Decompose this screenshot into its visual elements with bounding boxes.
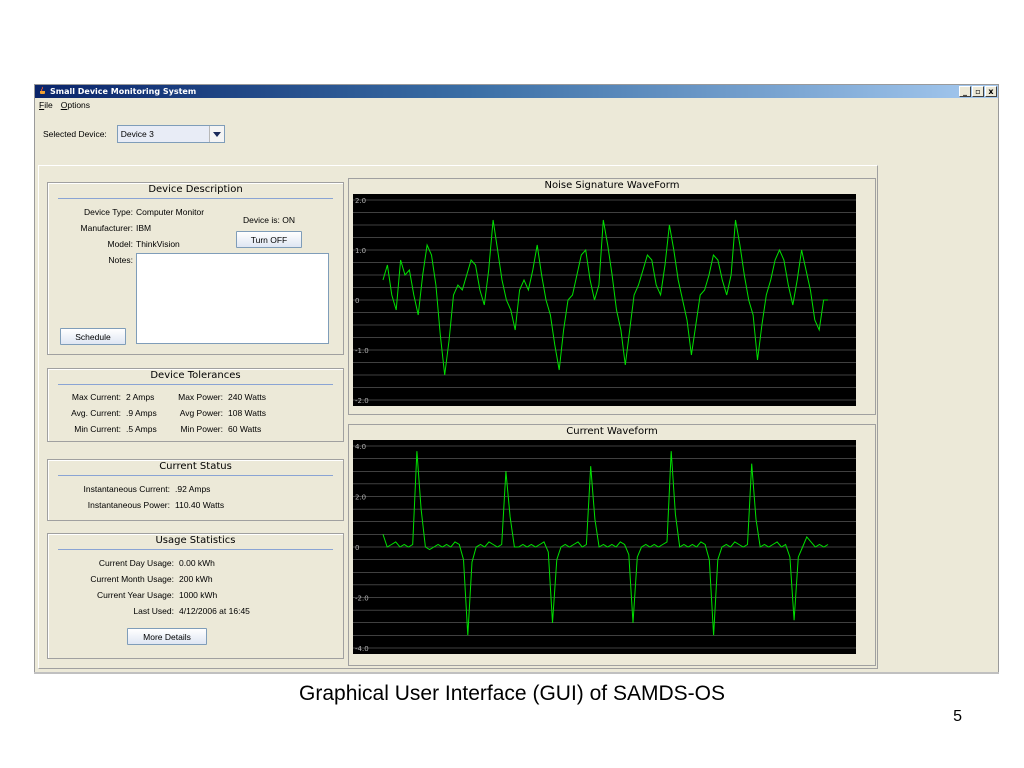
model-value: ThinkVision <box>136 239 180 249</box>
device-type-value: Computer Monitor <box>136 207 205 217</box>
current-status-title: Current Status <box>159 461 232 472</box>
instantaneous-power-value: 110.40 Watts <box>175 500 225 510</box>
y-tick-label: 4.0 <box>355 443 366 451</box>
manufacturer-label: Manufacturer: <box>80 223 133 233</box>
device-status-text: Device is: ON <box>243 215 295 225</box>
divider <box>58 198 333 199</box>
turn-off-button[interactable]: Turn OFF <box>236 231 302 248</box>
y-tick-label: 0 <box>355 544 359 552</box>
current-month-usage-label: Current Month Usage: <box>90 574 174 584</box>
menu-options[interactable]: Options <box>61 98 90 112</box>
min-current-value: .5 Amps <box>126 424 157 434</box>
current-year-usage-label: Current Year Usage: <box>96 590 174 600</box>
y-tick-label: 0 <box>355 297 359 305</box>
y-tick-label: -4.0 <box>355 645 369 653</box>
model-label: Model: <box>107 239 133 249</box>
current-month-usage-value: 200 kWh <box>179 574 213 584</box>
avg-current-label: Avg. Current: <box>71 408 121 418</box>
menu-bar: File Options <box>35 98 998 112</box>
title-bar[interactable]: Small Device Monitoring System _ ▫ x <box>35 85 998 98</box>
current-day-usage-value: 0.00 kWh <box>179 558 215 568</box>
device-tolerances-title: Device Tolerances <box>150 370 241 381</box>
max-current-label: Max Current: <box>71 392 121 402</box>
manufacturer-value: IBM <box>136 223 152 233</box>
device-description-title: Device Description <box>148 184 243 195</box>
divider <box>34 672 999 674</box>
avg-power-label: Avg Power: <box>179 408 223 418</box>
device-dropdown[interactable]: Device 3 <box>116 125 225 143</box>
device-type-label: Device Type: <box>84 207 133 217</box>
min-current-label: Min Current: <box>74 424 121 434</box>
maximize-button[interactable]: ▫ <box>972 86 984 97</box>
max-power-value: 240 Watts <box>228 392 266 402</box>
current-waveform-panel: Current Waveform 4.0 2.0 0 -2.0 -4.0 <box>348 424 876 666</box>
minimize-button[interactable]: _ <box>959 86 971 97</box>
y-tick-label: 1.0 <box>355 247 366 255</box>
noise-waveform-panel: Noise Signature WaveForm 2.0 1.0 0 -1.0 -2.0 <box>348 178 876 415</box>
max-power-label: Max Power: <box>178 392 223 402</box>
device-dropdown-value: Device 3 <box>120 129 154 139</box>
current-waveform-chart: 4.0 2.0 0 -2.0 -4.0 <box>353 440 856 654</box>
current-year-usage-value: 1000 kWh <box>179 590 218 600</box>
device-selector-row: Selected Device: Device 3 <box>43 125 225 143</box>
device-tolerances-panel: Device Tolerances Max Current: 2 Amps Ma… <box>47 368 344 442</box>
notes-label: Notes: <box>108 255 133 265</box>
window-title: Small Device Monitoring System <box>50 87 197 96</box>
slide-number: 5 <box>953 708 962 725</box>
more-details-button[interactable]: More Details <box>127 628 207 645</box>
avg-power-value: 108 Watts <box>228 408 266 418</box>
main-content: Device Description Device Type: Computer… <box>38 165 878 669</box>
divider <box>58 384 333 385</box>
close-button[interactable]: x <box>985 86 997 97</box>
instantaneous-power-label: Instantaneous Power: <box>87 500 170 510</box>
y-tick-label: 2.0 <box>355 494 366 502</box>
last-used-label: Last Used: <box>133 606 174 616</box>
current-status-panel: Current Status Instantaneous Current: .9… <box>47 459 344 521</box>
slide-caption: Graphical User Interface (GUI) of SAMDS-… <box>299 682 725 705</box>
notes-textarea[interactable] <box>136 253 329 344</box>
app-window: Small Device Monitoring System _ ▫ x Fil… <box>34 84 999 674</box>
usage-statistics-title: Usage Statistics <box>155 535 236 546</box>
selected-device-label: Selected Device: <box>43 129 107 139</box>
series-line <box>382 219 828 376</box>
min-power-label: Min Power: <box>180 424 223 434</box>
instantaneous-current-value: .92 Amps <box>175 484 211 494</box>
divider <box>58 475 333 476</box>
chevron-down-icon[interactable] <box>208 126 224 142</box>
y-tick-label: -1.0 <box>355 347 369 355</box>
series-line <box>382 451 829 636</box>
y-tick-label: 2.0 <box>355 197 366 205</box>
noise-waveform-title: Noise Signature WaveForm <box>544 180 680 191</box>
y-tick-label: -2.0 <box>355 397 369 405</box>
device-description-panel: Device Description Device Type: Computer… <box>47 182 344 355</box>
divider <box>58 549 333 550</box>
max-current-value: 2 Amps <box>126 392 155 402</box>
instantaneous-current-label: Instantaneous Current: <box>83 484 170 494</box>
noise-waveform-chart: 2.0 1.0 0 -1.0 -2.0 <box>353 194 856 406</box>
avg-current-value: .9 Amps <box>126 408 157 418</box>
last-used-value: 4/12/2006 at 16:45 <box>179 606 250 616</box>
usage-statistics-panel: Usage Statistics Current Day Usage: 0.00… <box>47 533 344 659</box>
schedule-button[interactable]: Schedule <box>60 328 126 345</box>
y-tick-label: -2.0 <box>355 595 369 603</box>
current-day-usage-label: Current Day Usage: <box>98 558 174 568</box>
java-cup-icon <box>40 86 45 94</box>
current-waveform-title: Current Waveform <box>566 426 658 437</box>
menu-file[interactable]: File <box>39 98 53 112</box>
min-power-value: 60 Watts <box>228 424 262 434</box>
